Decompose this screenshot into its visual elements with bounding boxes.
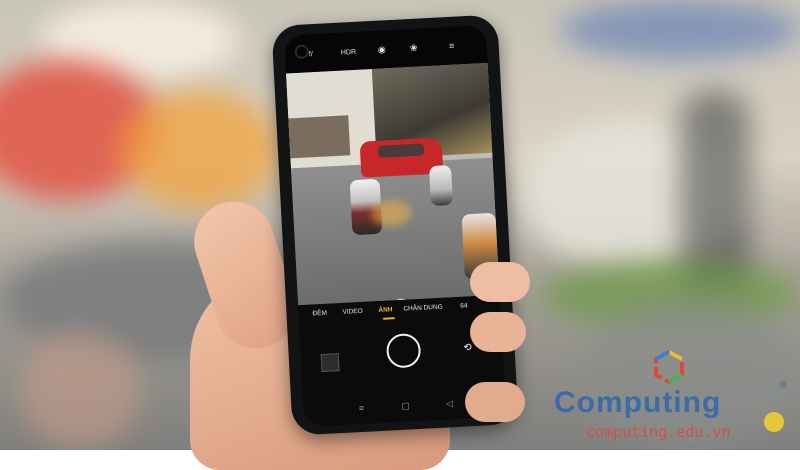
mode-night[interactable]: ĐÊM bbox=[312, 310, 327, 318]
menu-icon[interactable]: ≡ bbox=[446, 41, 457, 52]
home-icon[interactable]: ▢ bbox=[399, 399, 412, 412]
hdr-toggle[interactable]: HDR bbox=[341, 49, 357, 57]
mode-video[interactable]: VIDEO bbox=[342, 308, 363, 316]
watermark-brand: Computing bbox=[554, 386, 722, 419]
spark-icon bbox=[764, 412, 784, 432]
switch-camera-icon[interactable]: ⟲ bbox=[460, 342, 475, 355]
bg-orange-awning bbox=[120, 90, 280, 210]
recents-icon[interactable]: ≡ bbox=[355, 402, 368, 415]
hand-finger bbox=[470, 312, 526, 352]
hand-finger bbox=[465, 382, 525, 422]
bg-passerby bbox=[20, 330, 140, 450]
vf-storefront bbox=[288, 115, 351, 159]
vf-motorbike-rider bbox=[428, 164, 454, 207]
hand-finger bbox=[470, 262, 530, 302]
filter-icon[interactable]: ❀ bbox=[408, 43, 419, 54]
camera-viewfinder[interactable]: • • • 2X ◎ bbox=[285, 62, 500, 306]
aperture-mode[interactable]: f/ bbox=[309, 51, 313, 58]
shutter-button[interactable] bbox=[385, 332, 422, 369]
computing-logo bbox=[654, 350, 684, 384]
mode-portrait[interactable]: CHÂN DUNG bbox=[403, 304, 443, 313]
smartphone: • • • 2X ◎ f/ HDR ◉ ❀ ≡ ĐÊM VIDEO ẢNH CH… bbox=[271, 14, 519, 436]
settings-ring-icon[interactable]: ◉ bbox=[377, 44, 388, 55]
vf-car-window bbox=[377, 143, 425, 158]
mode-photo[interactable]: ẢNH bbox=[378, 306, 392, 314]
mode-64mp[interactable]: 64 bbox=[460, 302, 468, 309]
front-camera-punch-hole bbox=[294, 44, 310, 59]
selected-mode-indicator bbox=[382, 317, 395, 320]
registered-mark: ® bbox=[780, 380, 788, 391]
gallery-thumbnail[interactable] bbox=[320, 353, 340, 373]
watermark-url: computing.edu.vn bbox=[586, 423, 731, 441]
back-icon[interactable]: ◁ bbox=[443, 397, 456, 410]
bg-blue-sign bbox=[560, 0, 800, 60]
camera-app-screen: • • • 2X ◎ f/ HDR ◉ ❀ ≡ ĐÊM VIDEO ẢNH CH… bbox=[283, 24, 507, 428]
